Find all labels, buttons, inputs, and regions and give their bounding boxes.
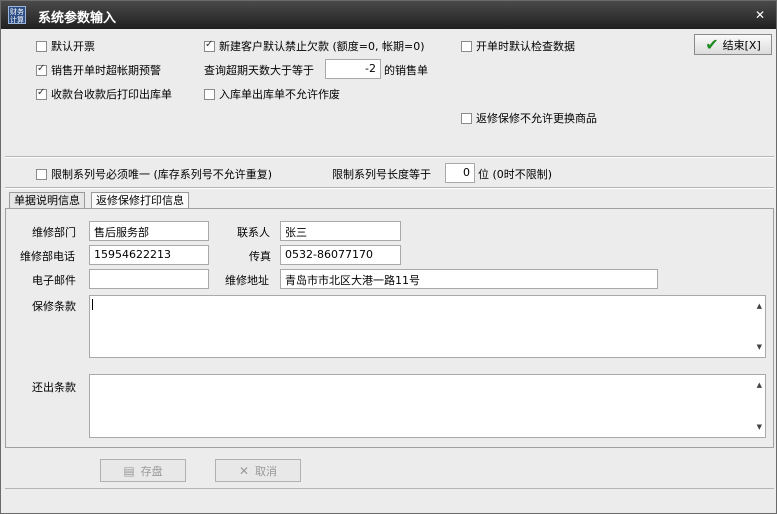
serial-length-input[interactable]: 0 [445, 163, 475, 183]
checkbox-box[interactable] [36, 87, 47, 100]
app-icon: 财务 计算 [8, 6, 26, 24]
dept-input[interactable]: 售后服务部 [89, 221, 209, 241]
query-overdue-suffix: 的销售单 [384, 64, 428, 77]
cancel-button[interactable]: ✕ 取消 [215, 459, 301, 482]
dept-label: 维修部门 [32, 226, 76, 239]
scroll-down-icon[interactable]: ▼ [757, 423, 762, 431]
save-icon: ▤ [123, 463, 135, 478]
serial-length-suffix: 位 (0时不限制) [478, 168, 553, 181]
end-button-label: 结束[X] [722, 38, 761, 52]
tab-document-notes[interactable]: 单据说明信息 [9, 192, 85, 209]
checkbox-box[interactable] [36, 63, 47, 76]
serial-unique-checkbox[interactable]: 限制系列号必须唯一 (库存系列号不允许重复) [36, 166, 272, 182]
default-check-data-checkbox[interactable]: 开单时默认检查数据 [461, 38, 575, 54]
warranty-label: 保修条款 [32, 300, 76, 313]
status-bar [5, 488, 774, 510]
checkmark-icon: ✔ [705, 34, 719, 54]
default-invoice-checkbox[interactable]: 默认开票 [36, 38, 95, 54]
checkbox-box[interactable] [461, 112, 472, 124]
tab-repair-print-info[interactable]: 返修保修打印信息 [91, 192, 189, 209]
address-input[interactable]: 青岛市市北区大港一路11号 [280, 269, 658, 289]
checkbox-box[interactable] [204, 88, 215, 100]
scroll-up-icon[interactable]: ▲ [757, 302, 762, 310]
checkbox-label: 销售开单时超帐期预警 [51, 64, 161, 77]
email-label: 电子邮件 [32, 274, 76, 287]
query-overdue-label: 查询超期天数大于等于 [204, 64, 314, 77]
checkbox-box[interactable] [461, 40, 472, 52]
cancel-x-icon: ✕ [238, 463, 250, 478]
checkbox-label: 开单时默认检查数据 [476, 40, 575, 53]
checkbox-label: 收款台收款后打印出库单 [51, 88, 172, 101]
fax-input[interactable]: 0532-86077170 [280, 245, 401, 265]
return-terms-label: 还出条款 [32, 381, 76, 394]
checkbox-label: 限制系列号必须唯一 (库存系列号不允许重复) [51, 168, 273, 181]
repair-no-replace-checkbox[interactable]: 返修保修不允许更换商品 [461, 110, 597, 126]
phone-input[interactable]: 15954622213 [89, 245, 209, 265]
window-title: 系统参数输入 [38, 11, 117, 26]
new-customer-no-credit-checkbox[interactable]: 新建客户默认禁止欠款 (额度=0, 帐期=0) [204, 38, 425, 54]
phone-label: 维修部电话 [20, 250, 75, 263]
checkbox-label: 入库单出库单不允许作废 [219, 88, 340, 101]
io-no-void-checkbox[interactable]: 入库单出库单不允许作废 [204, 86, 340, 102]
checkbox-box[interactable] [204, 39, 215, 52]
fax-label: 传真 [249, 250, 271, 263]
cashier-print-outbound-checkbox[interactable]: 收款台收款后打印出库单 [36, 86, 172, 102]
contact-input[interactable]: 张三 [280, 221, 401, 241]
checkbox-box[interactable] [36, 168, 47, 180]
save-button[interactable]: ▤ 存盘 [100, 459, 186, 482]
return-terms-textarea[interactable]: ▲ ▼ [89, 374, 766, 438]
divider [5, 156, 774, 158]
serial-length-label: 限制系列号长度等于 [332, 168, 431, 181]
email-input[interactable] [89, 269, 209, 289]
scroll-down-icon[interactable]: ▼ [757, 343, 762, 351]
query-overdue-days-input[interactable]: -2 [325, 59, 381, 79]
text-caret [92, 299, 93, 310]
scroll-up-icon[interactable]: ▲ [757, 381, 762, 389]
cancel-button-label: 取消 [255, 464, 278, 478]
divider [5, 187, 774, 189]
checkbox-label: 返修保修不允许更换商品 [476, 112, 597, 125]
title-bar: 财务 计算 系统参数输入 ✕ [1, 1, 776, 29]
checkbox-label: 新建客户默认禁止欠款 (额度=0, 帐期=0) [219, 40, 425, 53]
sales-overdue-warning-checkbox[interactable]: 销售开单时超帐期预警 [36, 62, 161, 78]
checkbox-label: 默认开票 [51, 40, 95, 53]
close-icon[interactable]: ✕ [750, 6, 770, 24]
warranty-textarea[interactable]: ▲ ▼ [89, 295, 766, 358]
system-params-window: 财务计算 系统参数输入 ✕ 默认开票 销售开单时超帐期预警 收款台收款后打印出库… [0, 0, 777, 514]
checkbox-box[interactable] [36, 40, 47, 52]
contact-label: 联系人 [237, 226, 270, 239]
address-label: 维修地址 [225, 274, 269, 287]
end-button[interactable]: ✔ 结束[X] [694, 34, 772, 55]
save-button-label: 存盘 [140, 464, 163, 478]
